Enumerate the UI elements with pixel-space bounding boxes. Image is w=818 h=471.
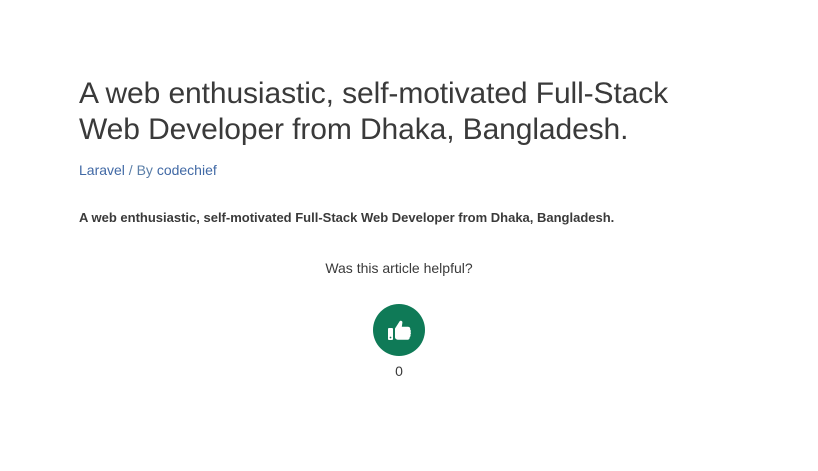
vote-count: 0 (395, 363, 403, 379)
meta-separator: / By (124, 162, 157, 178)
author-link[interactable]: codechief (157, 162, 217, 178)
helpful-question: Was this article helpful? (325, 260, 473, 276)
thumbs-up-icon (388, 320, 411, 340)
post-meta: Laravel / By codechief (79, 161, 719, 179)
article-excerpt: A web enthusiastic, self-motivated Full-… (79, 210, 615, 225)
page-title: A web enthusiastic, self-motivated Full-… (79, 77, 669, 146)
article-header: A web enthusiastic, self-motivated Full-… (79, 76, 719, 179)
helpful-vote-button[interactable] (373, 304, 425, 356)
category-link[interactable]: Laravel (79, 162, 125, 178)
feedback-section: Was this article helpful? 0 (0, 259, 798, 380)
